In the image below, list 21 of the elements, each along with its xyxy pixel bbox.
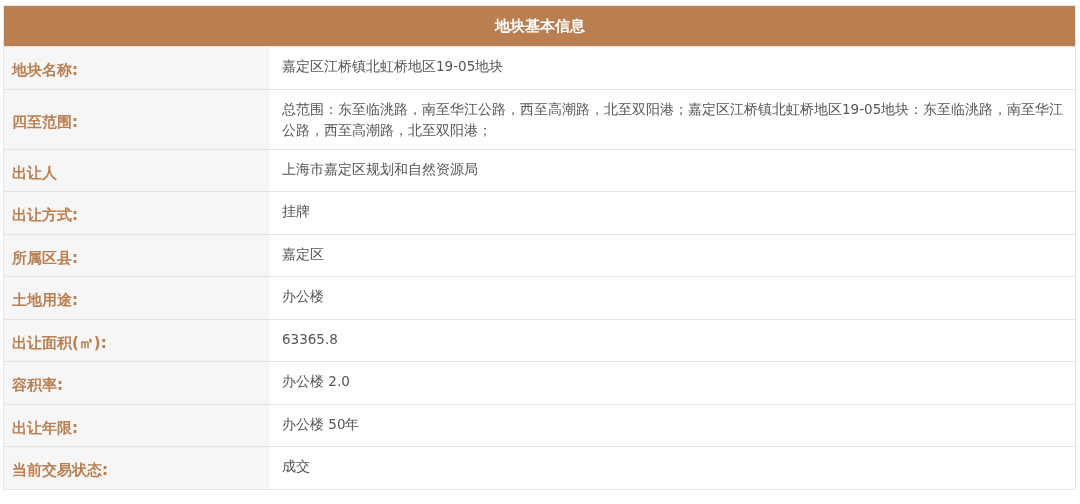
field-label: 当前交易状态: (4, 447, 270, 489)
field-label: 地块名称: (4, 47, 270, 89)
field-value: 挂牌 (281, 202, 311, 221)
table-title: 地块基本信息 (4, 6, 1075, 46)
field-label: 出让方式: (4, 192, 270, 234)
field-label: 出让面积(㎡): (4, 319, 270, 361)
field-value: 办公楼 50年 (281, 414, 361, 434)
field-value: 办公楼 2.0 (281, 372, 351, 391)
field-label: 出让年限: (4, 404, 270, 446)
field-value: 总范围：东至临洮路，南至华江公路，西至高潮路，北至双阳港；嘉定区江桥镇北虹桥地区19-05地块：东至临洮路，南至华江公路，西至高潮路，北至双阳港； (281, 99, 1065, 140)
field-label: 出让人 (4, 149, 270, 191)
field-value: 办公楼 (281, 287, 325, 306)
field-label: 所属区县: (4, 234, 270, 276)
field-value: 嘉定区 (281, 244, 325, 264)
field-value: 嘉定区江桥镇北虹桥地区19-05地块 (281, 57, 505, 76)
field-value: 63365.8 (281, 329, 339, 349)
field-label: 容积率: (4, 362, 270, 404)
field-value: 成交 (281, 457, 311, 476)
field-label: 四至范围: (4, 89, 270, 149)
field-label: 土地用途: (4, 277, 270, 319)
field-value: 上海市嘉定区规划和自然资源局 (281, 159, 479, 179)
